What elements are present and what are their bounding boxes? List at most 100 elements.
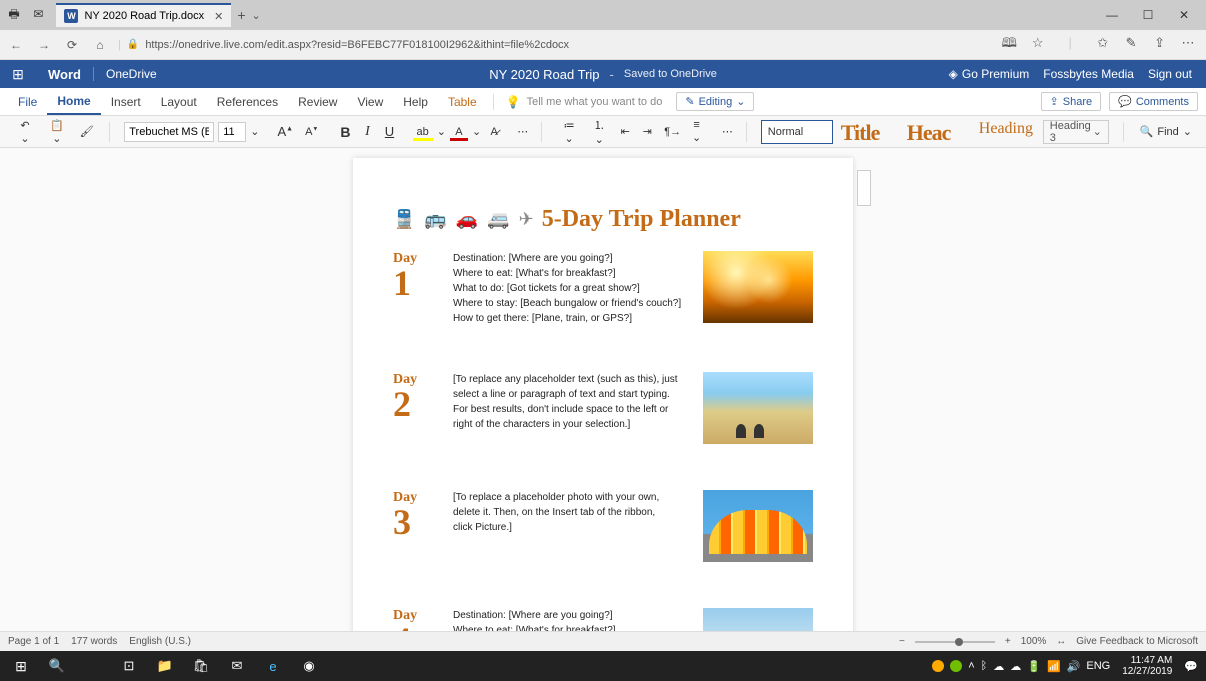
explorer-icon[interactable]: 📁 [148,653,182,679]
nvidia-icon[interactable] [950,660,962,672]
zoom-out-button[interactable]: − [899,636,905,647]
mail-icon[interactable]: ✉ [220,653,254,679]
volume-icon[interactable]: 🔊 [1067,660,1081,673]
close-tab-icon[interactable]: ✕ [214,10,223,23]
edge-icon[interactable]: e [256,653,290,679]
day-label[interactable]: Day 3 [393,490,435,562]
clear-formatting-button[interactable]: A̷ [485,124,503,140]
decrease-indent-button[interactable]: ⇤ [616,123,634,140]
feedback-link[interactable]: Give Feedback to Microsoft [1076,636,1198,647]
clock[interactable]: 11:47 AM 12/27/2019 [1116,655,1178,677]
wifi-icon[interactable]: 📶 [1047,660,1061,673]
tab-chevron-icon[interactable]: ⌄ [252,9,261,22]
shrink-font-button[interactable]: A▼ [301,124,322,140]
url-box[interactable]: | 🔒 https://onedrive.live.com/edit.aspx?… [118,39,989,51]
tab-references[interactable]: References [207,88,288,115]
day-image[interactable] [703,608,813,631]
zoom-value[interactable]: 100% [1021,636,1047,647]
zoom-in-button[interactable]: + [1005,636,1011,647]
doc-title[interactable]: NY 2020 Road Trip [489,67,599,82]
fit-width-button[interactable]: ↔ [1056,636,1066,647]
more-icon[interactable]: ⋯ [1176,35,1200,51]
ruler-handle[interactable] [857,170,871,206]
zoom-slider[interactable] [915,641,995,643]
onedrive-tray-icon[interactable]: ☁ [993,660,1004,673]
day-text[interactable]: [To replace any placeholder text (such a… [453,372,685,444]
highlight-chevron[interactable]: ⌄ [437,125,446,138]
highlight-button[interactable]: ab [413,124,433,140]
tab-file[interactable]: File [8,88,47,115]
day-label[interactable]: Day 4 [393,608,435,631]
app-launcher-icon[interactable]: ⊞ [0,66,36,83]
search-taskbar-button[interactable]: 🔍 [40,653,74,679]
document-area[interactable]: 🚆 🚌 🚗 🚐 ✈ 5-Day Trip Planner Day 1 Desti… [0,148,1206,631]
account-name[interactable]: Fossbytes Media [1043,67,1134,81]
tell-me-search[interactable]: 💡 Tell me what you want to do [506,95,663,109]
font-color-button[interactable]: A [450,124,468,140]
underline-button[interactable]: U [381,122,399,141]
tab-view[interactable]: View [347,88,393,115]
tab-review[interactable]: Review [288,88,347,115]
comments-button[interactable]: 💬 Comments [1109,92,1198,111]
italic-button[interactable]: I [359,122,377,142]
font-size-chevron[interactable]: ⌄ [250,125,259,138]
style-heading2[interactable]: Heading [975,120,1039,144]
notes-icon[interactable]: ✎ [1119,35,1143,51]
tab-help[interactable]: Help [393,88,438,115]
go-premium-button[interactable]: ◈ Go Premium [949,67,1030,81]
day-text[interactable]: [To replace a placeholder photo with you… [453,490,685,562]
reading-view-icon[interactable]: 🕮 [997,34,1021,56]
font-size-select[interactable] [218,122,246,142]
style-title[interactable]: Title [837,120,899,144]
notifications-icon[interactable]: 💬 [1184,660,1198,673]
page-status[interactable]: Page 1 of 1 [8,636,59,647]
start-button[interactable]: ⊞ [4,653,38,679]
font-color-chevron[interactable]: ⌄ [472,125,481,138]
ltr-button[interactable]: ¶→ [660,124,681,140]
style-heading3[interactable]: Heading 3⌄ [1043,120,1109,144]
forward-button[interactable]: → [34,38,54,52]
font-name-select[interactable] [124,122,214,142]
tray-app-icon[interactable] [932,660,944,672]
document-page[interactable]: 🚆 🚌 🚗 🚐 ✈ 5-Day Trip Planner Day 1 Desti… [353,158,853,631]
tray-chevron-icon[interactable]: ˄ [968,660,974,672]
share-button[interactable]: ⇪ Share [1041,92,1102,111]
keyboard-lang[interactable]: ENG [1086,660,1110,672]
browser-tab[interactable]: W NY 2020 Road Trip.docx ✕ [56,3,231,27]
day-label[interactable]: Day 2 [393,372,435,444]
print-icon[interactable]: 🖶 [4,5,24,26]
minimize-button[interactable]: — [1094,8,1130,22]
paste-button[interactable]: 📋 ⌄ [42,117,72,147]
cortana-button[interactable] [76,653,110,679]
tab-insert[interactable]: Insert [101,88,151,115]
bullets-button[interactable]: ≔ ⌄ [556,117,582,147]
word-brand[interactable]: Word [36,67,93,82]
favorites-bar-icon[interactable]: ✩ [1091,35,1115,51]
more-para-button[interactable]: ⋯ [718,123,736,140]
onedrive-tray-icon-2[interactable]: ☁ [1010,660,1021,673]
day-image[interactable] [703,251,813,323]
increase-indent-button[interactable]: ⇥ [638,123,656,140]
store-icon[interactable]: 🛍 [184,653,218,679]
align-button[interactable]: ≡ ⌄ [685,117,708,146]
chrome-icon[interactable]: ◉ [292,653,326,679]
day-text[interactable]: Destination: [Where are you going?] Wher… [453,251,685,326]
numbering-button[interactable]: ⒈ ⌄ [586,115,612,148]
language-status[interactable]: English (U.S.) [129,636,191,647]
back-button[interactable]: ← [6,38,26,52]
day-text[interactable]: Destination: [Where are you going?] Wher… [453,608,685,631]
bluetooth-icon[interactable]: ᛒ [981,660,988,672]
home-button[interactable]: ⌂ [90,38,110,52]
tab-table[interactable]: Table [438,88,487,115]
bold-button[interactable]: B [336,122,354,142]
document-title[interactable]: 5-Day Trip Planner [542,206,741,233]
forward-mail-icon[interactable]: ✉ [28,7,48,21]
tab-home[interactable]: Home [47,88,100,115]
more-font-button[interactable]: ⋯ [513,123,531,140]
refresh-button[interactable]: ⟳ [62,38,82,52]
word-count[interactable]: 177 words [71,636,117,647]
close-window-button[interactable]: ✕ [1166,8,1202,22]
maximize-button[interactable]: ☐ [1130,8,1166,22]
onedrive-link[interactable]: OneDrive [93,67,169,81]
battery-icon[interactable]: 🔋 [1027,660,1041,673]
